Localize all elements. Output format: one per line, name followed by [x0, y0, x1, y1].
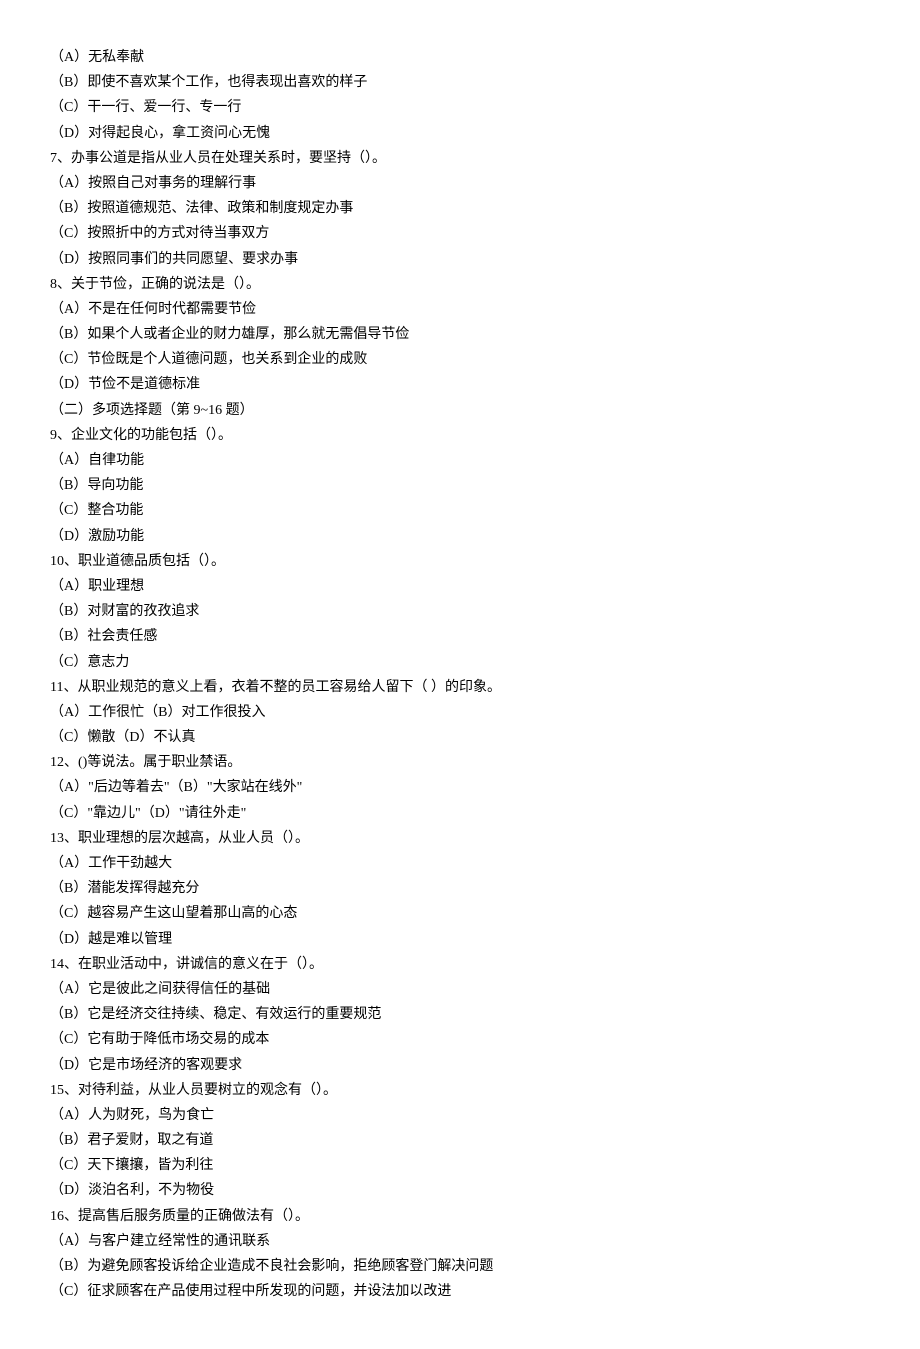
text-line: （B）即使不喜欢某个工作，也得表现出喜欢的样子 — [50, 70, 870, 95]
text-line: （D）淡泊名利，不为物役 — [50, 1178, 870, 1203]
text-line: （B）导向功能 — [50, 473, 870, 498]
text-line: 14、在职业活动中，讲诚信的意义在于（）。 — [50, 952, 870, 977]
text-line: 15、对待利益，从业人员要树立的观念有（）。 — [50, 1078, 870, 1103]
text-line: （D）激励功能 — [50, 524, 870, 549]
text-line: （C）"靠边儿"（D）"请往外走" — [50, 801, 870, 826]
text-line: （A）无私奉献 — [50, 45, 870, 70]
text-line: （A）它是彼此之间获得信任的基础 — [50, 977, 870, 1002]
text-line: （C）按照折中的方式对待当事双方 — [50, 221, 870, 246]
text-line: （A）自律功能 — [50, 448, 870, 473]
text-line: （A）人为财死，鸟为食亡 — [50, 1103, 870, 1128]
text-line: 7、办事公道是指从业人员在处理关系时，要坚持（）。 — [50, 146, 870, 171]
text-line: 16、提高售后服务质量的正确做法有（）。 — [50, 1204, 870, 1229]
text-line: （C）它有助于降低市场交易的成本 — [50, 1027, 870, 1052]
text-line: （C）越容易产生这山望着那山高的心态 — [50, 901, 870, 926]
text-line: 9、企业文化的功能包括（）。 — [50, 423, 870, 448]
text-line: （C）天下攘攘，皆为利往 — [50, 1153, 870, 1178]
text-line: 12、()等说法。属于职业禁语。 — [50, 750, 870, 775]
text-line: （C）意志力 — [50, 650, 870, 675]
text-line: （C）懒散（D）不认真 — [50, 725, 870, 750]
text-line: （C）征求顾客在产品使用过程中所发现的问题，并设法加以改进 — [50, 1279, 870, 1304]
text-line: （B）按照道德规范、法律、政策和制度规定办事 — [50, 196, 870, 221]
text-line: 13、职业理想的层次越高，从业人员（）。 — [50, 826, 870, 851]
text-line: （二）多项选择题（第 9~16 题） — [50, 398, 870, 423]
text-line: （A）不是在任何时代都需要节俭 — [50, 297, 870, 322]
text-line: （D）越是难以管理 — [50, 927, 870, 952]
text-line: （B）社会责任感 — [50, 624, 870, 649]
text-line: （D）按照同事们的共同愿望、要求办事 — [50, 247, 870, 272]
text-line: （A）"后边等着去"（B）"大家站在线外" — [50, 775, 870, 800]
text-line: （D）它是市场经济的客观要求 — [50, 1053, 870, 1078]
text-line: （B）它是经济交往持续、稳定、有效运行的重要规范 — [50, 1002, 870, 1027]
text-line: （D）对得起良心，拿工资问心无愧 — [50, 121, 870, 146]
text-line: （C）整合功能 — [50, 498, 870, 523]
text-line: （A）工作干劲越大 — [50, 851, 870, 876]
document-body: （A）无私奉献（B）即使不喜欢某个工作，也得表现出喜欢的样子（C）干一行、爱一行… — [50, 45, 870, 1304]
text-line: （D）节俭不是道德标准 — [50, 372, 870, 397]
text-line: 10、职业道德品质包括（）。 — [50, 549, 870, 574]
text-line: 8、关于节俭，正确的说法是（）。 — [50, 272, 870, 297]
text-line: 11、从职业规范的意义上看，衣着不整的员工容易给人留下（ ）的印象。 — [50, 675, 870, 700]
text-line: （A）与客户建立经常性的通讯联系 — [50, 1229, 870, 1254]
text-line: （C）干一行、爱一行、专一行 — [50, 95, 870, 120]
text-line: （C）节俭既是个人道德问题，也关系到企业的成败 — [50, 347, 870, 372]
text-line: （B）君子爱财，取之有道 — [50, 1128, 870, 1153]
text-line: （A）按照自己对事务的理解行事 — [50, 171, 870, 196]
text-line: （A）职业理想 — [50, 574, 870, 599]
text-line: （B）潜能发挥得越充分 — [50, 876, 870, 901]
text-line: （B）如果个人或者企业的财力雄厚，那么就无需倡导节俭 — [50, 322, 870, 347]
text-line: （A）工作很忙（B）对工作很投入 — [50, 700, 870, 725]
text-line: （B）为避免顾客投诉给企业造成不良社会影响，拒绝顾客登门解决问题 — [50, 1254, 870, 1279]
text-line: （B）对财富的孜孜追求 — [50, 599, 870, 624]
